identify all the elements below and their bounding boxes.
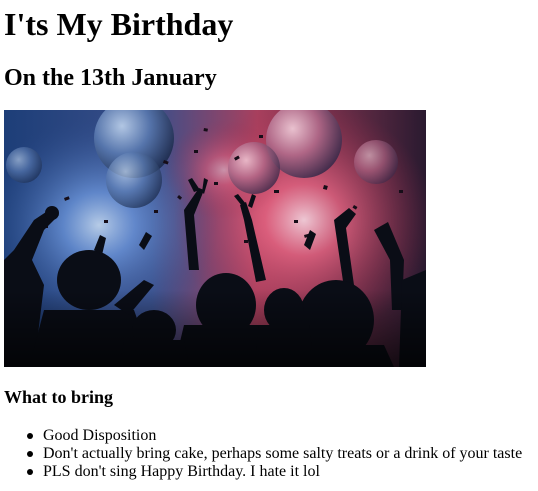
- bring-list: Good Disposition Don't actually bring ca…: [4, 427, 538, 481]
- list-item: PLS don't sing Happy Birthday. I hate it…: [4, 463, 538, 481]
- party-photo: [4, 110, 426, 367]
- event-date-heading: On the 13th January: [4, 65, 217, 91]
- list-item: Good Disposition: [4, 427, 538, 445]
- what-to-bring-heading: What to bring: [4, 387, 114, 407]
- list-item: Don't actually bring cake, perhaps some …: [4, 445, 538, 463]
- page-title: I'ts My Birthday: [4, 6, 234, 42]
